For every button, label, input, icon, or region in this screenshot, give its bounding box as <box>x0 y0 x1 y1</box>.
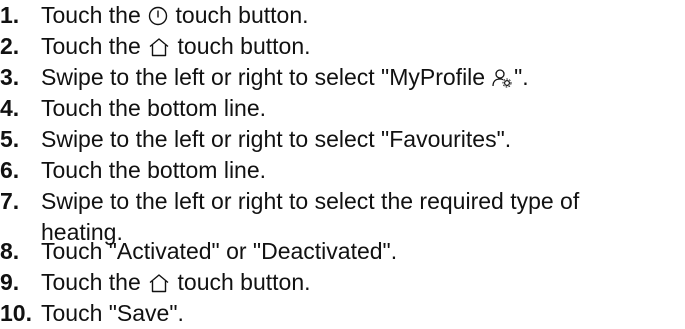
home-icon <box>148 273 170 293</box>
step-number: 10. <box>0 300 32 326</box>
step-text: Touch "Activated" or "Deactivated". <box>41 238 398 264</box>
step-text: Touch the bottom line. <box>41 95 267 121</box>
step-number: 3. <box>0 64 20 90</box>
step-text: Swipe to the left or right to select "Fa… <box>41 126 512 152</box>
step-text: Touch "Save". <box>41 300 184 326</box>
step-text: Touch the touch button. <box>41 2 309 28</box>
step-number: 7. <box>0 188 20 214</box>
step-number: 5. <box>0 126 20 152</box>
step-text: Touch the touch button. <box>41 269 311 295</box>
step-number: 2. <box>0 33 20 59</box>
step-text: Touch the touch button. <box>41 33 311 59</box>
step-number: 8. <box>0 238 20 264</box>
step-text: Touch the bottom line. <box>41 157 267 183</box>
step-number: 1. <box>0 2 20 28</box>
step-text: Swipe to the left or right to select "My… <box>41 64 529 90</box>
power-icon <box>148 6 168 26</box>
profile-settings-icon <box>491 68 513 88</box>
home-icon <box>148 37 170 57</box>
step-number: 9. <box>0 269 20 295</box>
step-number: 6. <box>0 157 20 183</box>
step-number: 4. <box>0 95 20 121</box>
